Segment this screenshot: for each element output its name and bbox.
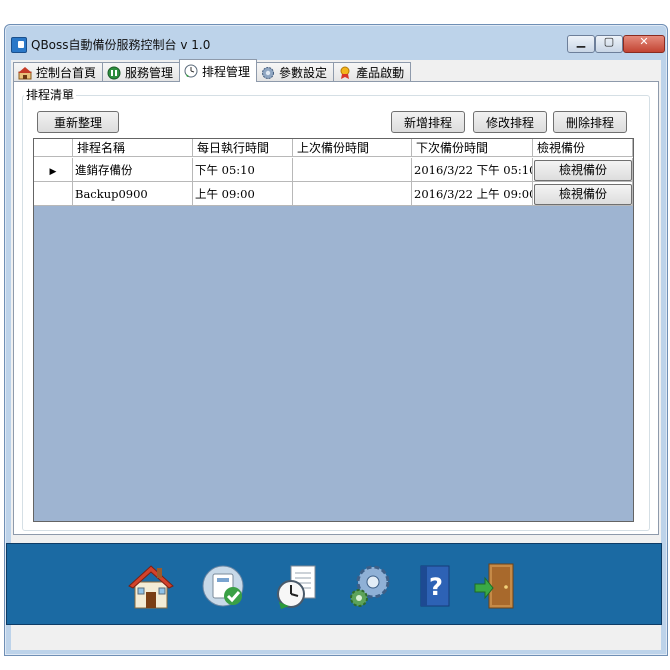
close-icon: ✕ xyxy=(639,35,649,48)
app-icon xyxy=(11,37,27,53)
close-button[interactable]: ✕ xyxy=(623,35,665,53)
column-header[interactable]: 上次備份時間 xyxy=(293,139,412,157)
schedule-group-label: 排程清單 xyxy=(24,86,77,103)
activation-icon xyxy=(340,66,350,79)
toolbar-help-button[interactable]: ? xyxy=(407,560,463,612)
home-icon xyxy=(18,66,32,79)
toolbar-schedule-button[interactable] xyxy=(269,560,325,612)
svg-text:?: ? xyxy=(429,573,443,601)
cell-next-backup[interactable]: 2016/3/22 上午 09:00 xyxy=(412,182,533,206)
tab-label: 控制台首頁 xyxy=(36,66,97,80)
tab-label: 排程管理 xyxy=(202,64,251,79)
schedule-icon xyxy=(184,64,198,78)
toolbar-exit-button[interactable] xyxy=(469,560,525,612)
table-row[interactable]: ▶ 進銷存備份 下午 05:10 2016/3/22 下午 05:10 檢視備份 xyxy=(34,158,633,182)
tab-label: 服務管理 xyxy=(125,66,174,80)
minimize-button[interactable]: ▁ xyxy=(567,35,595,53)
delete-schedule-button[interactable]: 刪除排程 xyxy=(553,111,627,133)
grid-header: 排程名稱 每日執行時間 上次備份時間 下次備份時間 檢視備份 xyxy=(34,139,633,158)
title-bar[interactable]: QBoss自動備份服務控制台 v 1.0 ▁ ▢ ✕ xyxy=(5,25,667,59)
gear-icon xyxy=(350,565,390,607)
cell-name[interactable]: Backup0900 xyxy=(73,182,193,206)
cell-last-backup[interactable] xyxy=(293,158,412,182)
current-row-icon: ▶ xyxy=(49,167,57,177)
column-header[interactable]: 下次備份時間 xyxy=(412,139,533,157)
service-icon xyxy=(202,565,244,607)
gear-icon xyxy=(262,66,275,79)
tab-activation[interactable]: 產品啟動 xyxy=(333,62,412,82)
cell-view-backup: 檢視備份 xyxy=(533,158,633,182)
edit-schedule-button[interactable]: 修改排程 xyxy=(473,111,547,133)
window-title: QBoss自動備份服務控制台 v 1.0 xyxy=(31,38,211,52)
tab-schedule[interactable]: 排程管理 xyxy=(179,59,258,82)
cell-next-backup[interactable]: 2016/3/22 下午 05:10 xyxy=(412,158,533,182)
column-header[interactable]: 檢視備份 xyxy=(533,139,633,157)
maximize-button[interactable]: ▢ xyxy=(595,35,623,53)
tab-settings[interactable]: 參數設定 xyxy=(256,62,335,82)
row-header-corner xyxy=(34,139,73,157)
toolbar-settings-button[interactable] xyxy=(343,560,399,612)
service-icon xyxy=(107,66,121,79)
minimize-icon: ▁ xyxy=(576,35,586,48)
view-backup-button[interactable]: 檢視備份 xyxy=(534,184,632,205)
column-header[interactable]: 每日執行時間 xyxy=(193,139,293,157)
toolbar-home-button[interactable] xyxy=(123,560,179,612)
view-backup-button[interactable]: 檢視備份 xyxy=(534,160,632,181)
refresh-button[interactable]: 重新整理 xyxy=(37,111,119,133)
cell-daily-time[interactable]: 下午 05:10 xyxy=(193,158,293,182)
help-icon: ? xyxy=(420,565,450,607)
table-row[interactable]: Backup0900 上午 09:00 2016/3/22 上午 09:00 檢… xyxy=(34,182,633,206)
cell-daily-time[interactable]: 上午 09:00 xyxy=(193,182,293,206)
tab-home[interactable]: 控制台首頁 xyxy=(13,62,104,82)
tab-service[interactable]: 服務管理 xyxy=(102,62,181,82)
cell-last-backup[interactable] xyxy=(293,182,412,206)
bottom-toolbar: ? xyxy=(6,543,662,625)
column-header[interactable]: 排程名稱 xyxy=(73,139,193,157)
toolbar-service-button[interactable] xyxy=(197,560,253,612)
cell-view-backup: 檢視備份 xyxy=(533,182,633,206)
cell-name[interactable]: 進銷存備份 xyxy=(73,158,193,182)
row-header[interactable] xyxy=(34,182,73,206)
tab-label: 產品啟動 xyxy=(356,66,405,80)
row-header[interactable]: ▶ xyxy=(34,158,73,182)
tab-label: 參數設定 xyxy=(279,66,328,80)
tab-strip: 控制台首頁 服務管理 排程管理 參數設定 產品啟動 xyxy=(13,59,412,82)
add-schedule-button[interactable]: 新增排程 xyxy=(391,111,465,133)
schedule-grid[interactable]: 排程名稱 每日執行時間 上次備份時間 下次備份時間 檢視備份 ▶ 進銷存備份 下… xyxy=(33,138,634,522)
exit-icon xyxy=(474,563,514,609)
maximize-icon: ▢ xyxy=(603,35,615,48)
schedule-icon xyxy=(277,565,316,609)
home-icon xyxy=(128,565,174,609)
